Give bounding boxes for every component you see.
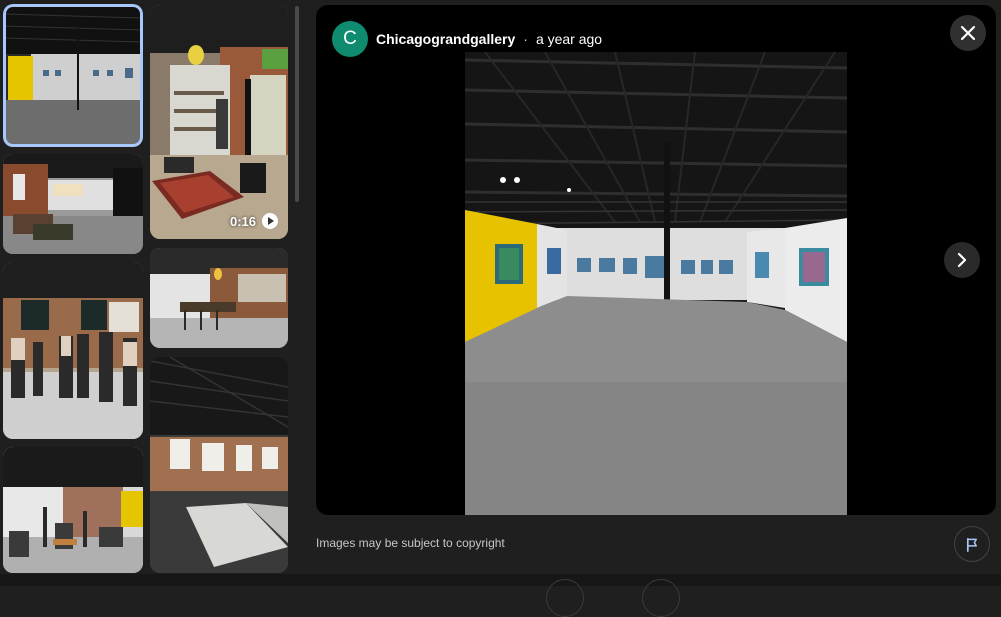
bottom-control[interactable] xyxy=(642,579,680,617)
author-name[interactable]: Chicagograndgallery xyxy=(376,31,515,47)
play-icon xyxy=(262,213,278,229)
image-viewer: C Chicagograndgallery · a year ago xyxy=(316,5,996,515)
thumbnail-crowd-event[interactable] xyxy=(3,262,143,439)
thumbnail-art-class[interactable] xyxy=(3,447,143,573)
thumbnail-bookstore-video[interactable]: 0:16 xyxy=(150,5,288,239)
next-image-button[interactable] xyxy=(944,242,980,278)
video-badge: 0:16 xyxy=(230,213,278,229)
thumbnail-empty-gallery[interactable] xyxy=(150,357,288,573)
avatar[interactable]: C xyxy=(332,21,368,57)
bottom-strip xyxy=(0,574,1001,617)
bottom-control[interactable] xyxy=(546,579,584,617)
flag-icon xyxy=(966,537,977,552)
close-button[interactable] xyxy=(950,15,986,51)
thumbnail-bar-area[interactable] xyxy=(150,248,288,348)
avatar-initial: C xyxy=(343,28,357,49)
thumbnail-scrollbar[interactable] xyxy=(295,6,299,202)
close-icon xyxy=(960,25,976,41)
main-photo xyxy=(465,52,847,515)
copyright-notice: Images may be subject to copyright xyxy=(316,536,505,550)
thumbnail-brick-room[interactable] xyxy=(3,154,143,254)
video-duration: 0:16 xyxy=(229,213,256,229)
posted-time: a year ago xyxy=(535,31,603,47)
photo-header: C Chicagograndgallery · a year ago xyxy=(332,21,602,57)
report-button[interactable] xyxy=(954,526,990,562)
thumbnail-gallery-main-room[interactable] xyxy=(3,4,143,147)
separator: · xyxy=(523,31,528,47)
chevron-right-icon xyxy=(957,252,967,268)
thumbnail-grid: 0:16 xyxy=(0,0,300,586)
